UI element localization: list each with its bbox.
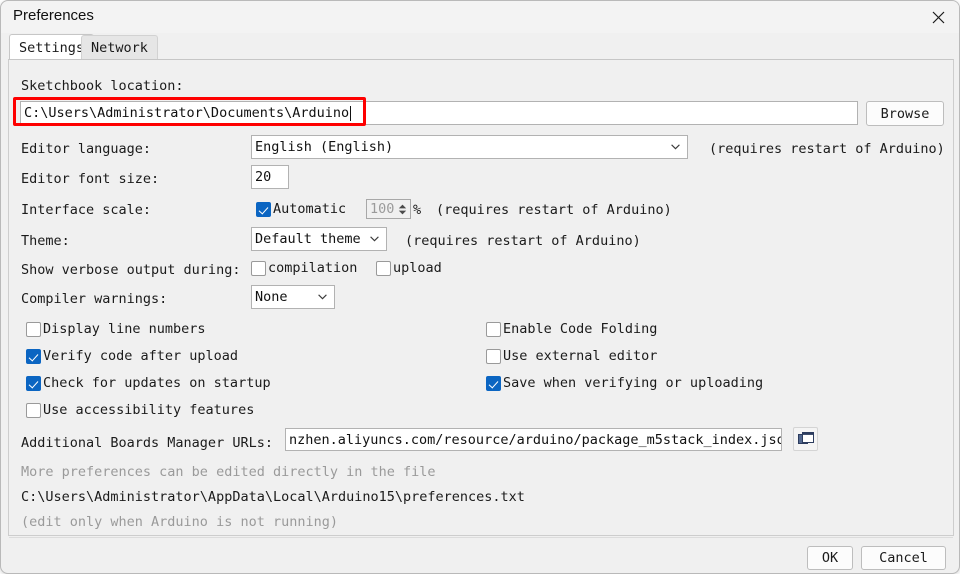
boards-manager-urls-input[interactable]: nzhen.aliyuncs.com/resource/arduino/pack… (285, 428, 782, 451)
verbose-compilation-label: compilation (268, 260, 357, 276)
editor-font-size-label: Editor font size: (21, 171, 159, 187)
chevron-up-icon (398, 204, 407, 209)
checkbox-label: Verify code after upload (43, 348, 238, 364)
chevron-down-icon (370, 236, 379, 242)
theme-value: Default theme (255, 231, 361, 247)
spinner-arrows[interactable] (395, 200, 409, 218)
checkbox-label: Use external editor (503, 348, 657, 364)
ok-button[interactable]: OK (807, 546, 853, 570)
chevron-down-icon (398, 210, 407, 215)
theme-restart-note: (requires restart of Arduino) (405, 233, 641, 249)
checkbox-enable-code-folding[interactable]: Enable Code Folding (486, 321, 657, 337)
settings-panel: Sketchbook location: C:\Users\Administra… (8, 59, 954, 536)
interface-scale-value: 100 (367, 201, 394, 217)
chevron-down-icon (318, 294, 327, 300)
titlebar: Preferences (1, 1, 960, 33)
editor-language-label: Editor language: (21, 141, 151, 157)
compiler-warnings-select[interactable]: None (251, 285, 335, 309)
compiler-warnings-label: Compiler warnings: (21, 291, 167, 307)
interface-scale-percent-label: % (413, 202, 421, 218)
window-title: Preferences (13, 7, 94, 24)
boards-manager-urls-label: Additional Boards Manager URLs: (21, 435, 273, 451)
compiler-warnings-value: None (255, 289, 288, 305)
checkbox-box (26, 376, 41, 391)
verbose-compilation-checkbox[interactable]: compilation (251, 260, 357, 276)
checkbox-label: Check for updates on startup (43, 375, 271, 391)
checkbox-label: Save when verifying or uploading (503, 375, 763, 391)
checkbox-box (26, 349, 41, 364)
verbose-upload-label: upload (393, 260, 442, 276)
checkbox-box (486, 376, 501, 391)
checkbox-label: Enable Code Folding (503, 321, 657, 337)
checkbox-use-external-editor[interactable]: Use external editor (486, 348, 657, 364)
close-button[interactable] (915, 1, 960, 33)
tab-strip: Settings Network (1, 33, 960, 60)
interface-scale-spinner[interactable]: 100 (366, 199, 411, 219)
editor-language-select[interactable]: English (English) (251, 135, 688, 159)
checkbox-save-when-verifying-or-uploading[interactable]: Save when verifying or uploading (486, 375, 763, 391)
browse-button[interactable]: Browse (866, 101, 944, 126)
checkbox-box (251, 261, 266, 276)
checkbox-box (26, 322, 41, 337)
checkbox-box (256, 202, 271, 217)
theme-select[interactable]: Default theme (251, 227, 387, 251)
checkbox-use-accessibility-features[interactable]: Use accessibility features (26, 402, 254, 418)
edit-only-note: (edit only when Arduino is not running) (21, 514, 338, 530)
checkbox-box (486, 349, 501, 364)
interface-scale-automatic-label: Automatic (273, 201, 346, 217)
more-preferences-note: More preferences can be edited directly … (21, 464, 436, 480)
checkbox-display-line-numbers[interactable]: Display line numbers (26, 321, 206, 337)
sketchbook-location-input[interactable]: C:\Users\Administrator\Documents\Arduino (20, 101, 858, 125)
theme-label: Theme: (21, 233, 70, 249)
editor-font-size-input[interactable]: 20 (251, 165, 289, 189)
checkbox-box (376, 261, 391, 276)
preferences-dialog: Preferences Settings Network Sketchbook … (0, 0, 960, 574)
editor-language-restart-note: (requires restart of Arduino) (709, 141, 945, 157)
checkbox-label: Display line numbers (43, 321, 206, 337)
interface-scale-label: Interface scale: (21, 202, 151, 218)
preferences-file-path: C:\Users\Administrator\AppData\Local\Ard… (21, 489, 525, 505)
verbose-output-label: Show verbose output during: (21, 262, 240, 278)
sketchbook-location-label: Sketchbook location: (21, 78, 184, 94)
chevron-down-icon (671, 144, 680, 150)
checkbox-box (26, 403, 41, 418)
text-caret (350, 106, 351, 121)
verbose-upload-checkbox[interactable]: upload (376, 260, 442, 276)
cancel-button[interactable]: Cancel (861, 546, 946, 570)
interface-scale-automatic-checkbox[interactable]: Automatic (256, 201, 346, 217)
interface-scale-restart-note: (requires restart of Arduino) (436, 202, 672, 218)
sketchbook-location-value: C:\Users\Administrator\Documents\Arduino (24, 105, 349, 121)
checkbox-verify-code-after-upload[interactable]: Verify code after upload (26, 348, 238, 364)
tab-network[interactable]: Network (81, 35, 158, 60)
footer-separator (9, 537, 953, 538)
close-icon (932, 11, 945, 24)
checkbox-box (486, 322, 501, 337)
checkbox-check-for-updates-on-startup[interactable]: Check for updates on startup (26, 375, 271, 391)
checkbox-label: Use accessibility features (43, 402, 254, 418)
boards-manager-urls-edit-button[interactable] (793, 427, 818, 451)
window-list-icon (798, 432, 814, 446)
editor-language-value: English (English) (255, 139, 393, 155)
